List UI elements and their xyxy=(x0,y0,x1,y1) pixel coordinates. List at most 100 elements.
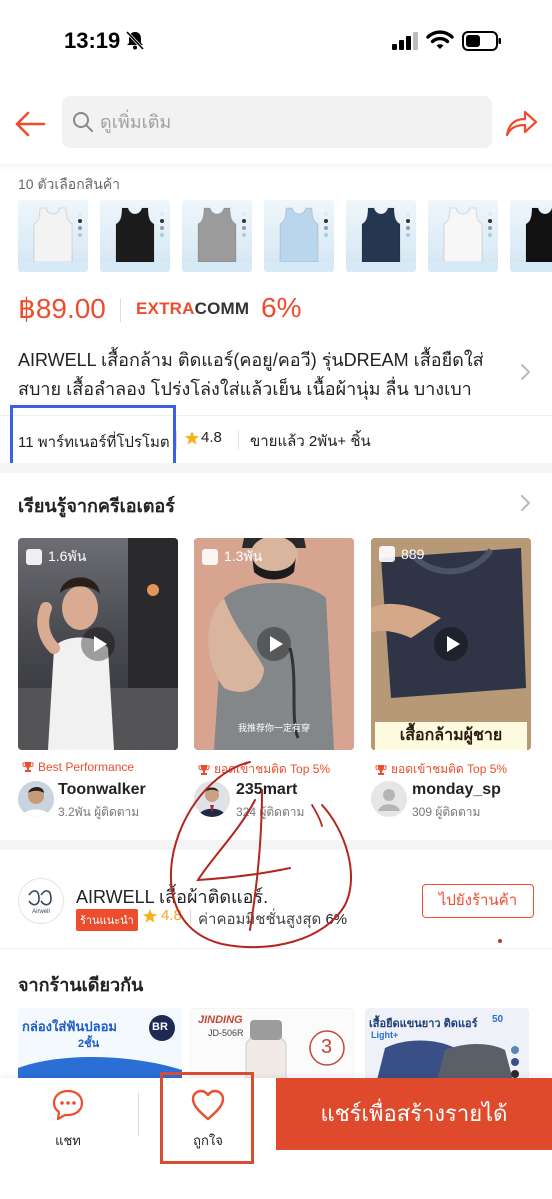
variant-thumbnail[interactable] xyxy=(100,200,170,272)
play-icon[interactable] xyxy=(433,626,469,662)
creator-video-card[interactable]: 1.3พัน 我推荐你一定有穿 xyxy=(194,538,354,750)
variant-thumbnail[interactable] xyxy=(182,200,252,272)
avatar[interactable] xyxy=(18,781,54,817)
variant-thumbnail[interactable] xyxy=(510,200,552,272)
section-gap xyxy=(0,463,552,473)
back-arrow-icon[interactable] xyxy=(12,106,48,142)
annotation-dot xyxy=(498,939,502,943)
card-badge: 3 xyxy=(321,1036,333,1058)
star-icon xyxy=(184,431,200,445)
product-card[interactable]: เสื้อยืดแขนยาว ติดแอร์ Light+ 50 xyxy=(365,1008,529,1088)
card-line2: 2ชั้น xyxy=(78,1038,100,1050)
extra-comm-badge: EXTRACOMM xyxy=(136,299,249,319)
cellular-signal-icon xyxy=(392,32,418,50)
chevron-right-icon[interactable] xyxy=(518,362,532,382)
go-to-shop-button[interactable]: ไปยังร้านค้า xyxy=(422,884,534,918)
creator-name[interactable]: 235mart xyxy=(236,781,297,799)
search-icon xyxy=(73,112,93,132)
stat-separator xyxy=(238,431,239,449)
trophy-icon xyxy=(375,764,387,775)
divider xyxy=(0,948,552,949)
trophy-icon xyxy=(198,764,210,775)
chat-button[interactable]: แชท xyxy=(30,1088,106,1158)
status-time: 13:19 xyxy=(64,28,121,53)
variant-thumbnail[interactable] xyxy=(18,200,88,272)
commission-label: ค่าคอมมิชชั่นสูงสุด xyxy=(198,911,322,928)
variant-thumbnail[interactable] xyxy=(264,200,334,272)
trophy-icon xyxy=(22,762,34,772)
creator-video-card[interactable]: 1.6พัน xyxy=(18,538,178,750)
video-views: 1.3พัน xyxy=(202,546,262,568)
status-bar: 13:19 xyxy=(0,0,552,84)
chevron-right-icon[interactable] xyxy=(518,493,532,513)
price-divider xyxy=(120,298,121,322)
video-views: 1.6พัน xyxy=(26,546,86,568)
product-card[interactable]: กล่องใส่ฟันปลอม 2ชั้น BR xyxy=(18,1008,182,1088)
chat-label: แชท xyxy=(55,1133,81,1148)
star-icon xyxy=(142,909,158,923)
bottom-action-bar: แชท ถูกใจ แชร์เพื่อสร้างรายได้ xyxy=(0,1072,552,1199)
creator-name[interactable]: monday_sp xyxy=(412,781,501,799)
same-shop-heading: จากร้านเดียวกัน xyxy=(18,975,144,995)
video-platform-icon xyxy=(26,549,42,565)
chat-bubble-icon xyxy=(52,1089,84,1121)
card-line2: Light+ xyxy=(371,1030,399,1040)
share-to-earn-button[interactable]: แชร์เพื่อสร้างรายได้ xyxy=(276,1078,552,1150)
view-count: 889 xyxy=(401,546,425,562)
options-count-label: 10 ตัวเลือกสินค้า xyxy=(18,176,121,192)
badge-label: ยอดเข้าชมติด Top 5% xyxy=(391,762,508,776)
creator-followers: 324 ผู้ติดตาม xyxy=(236,805,305,819)
default-user-icon xyxy=(371,781,407,817)
avatar[interactable] xyxy=(194,781,230,817)
search-input[interactable] xyxy=(100,96,480,148)
price: ฿89.00 xyxy=(18,293,106,324)
video-caption: 我推荐你一定有穿 xyxy=(237,723,310,733)
creator-video-card[interactable]: 889 เสื้อกล้ามผู้ชาย xyxy=(371,538,531,750)
bar-separator xyxy=(138,1092,139,1136)
share-icon[interactable] xyxy=(504,108,538,138)
bell-muted-icon xyxy=(125,30,145,51)
avatar[interactable] xyxy=(371,781,407,817)
shop-logo[interactable]: Airwell xyxy=(18,878,64,924)
card-line2: JD-506R xyxy=(208,1028,244,1038)
creator-name[interactable]: Toonwalker xyxy=(58,781,146,799)
video-platform-icon xyxy=(202,549,218,565)
performance-badge: ยอดเข้าชมติด Top 5% xyxy=(198,760,330,779)
card-line1: กล่องใส่ฟันปลอม xyxy=(22,1019,117,1034)
sold-count: ขายแล้ว 2พัน+ ชิ้น xyxy=(250,433,371,450)
extra-word: EXTRA xyxy=(136,299,195,318)
top-header xyxy=(0,84,552,164)
badge-label: Best Performance xyxy=(38,760,135,774)
card-badge: 50 xyxy=(492,1014,504,1025)
variant-thumbnail-row xyxy=(18,200,552,274)
play-icon[interactable] xyxy=(80,626,116,662)
shop-commission: ค่าคอมมิชชั่นสูงสุด 6% xyxy=(198,907,347,931)
creator-followers: 309 ผู้ติดตาม xyxy=(412,805,481,819)
variant-thumbnail[interactable] xyxy=(428,200,498,272)
highlight-box-annotation xyxy=(10,405,176,471)
view-count: 1.6พัน xyxy=(48,548,87,564)
recommended-shop-tag: ร้านแนะนำ xyxy=(76,909,138,931)
wifi-icon xyxy=(426,30,454,49)
video-overlay-text: เสื้อกล้ามผู้ชาย xyxy=(375,722,527,750)
comm-word: COMM xyxy=(194,299,250,318)
view-count: 1.3พัน xyxy=(224,548,263,564)
battery-icon xyxy=(462,31,501,51)
shop-rating: 4.8 xyxy=(161,907,182,924)
price-row: ฿89.00 EXTRACOMM 6% xyxy=(18,292,538,328)
card-logo: BR xyxy=(152,1021,168,1033)
stat-separator xyxy=(176,431,177,449)
badge-label: ยอดเข้าชมติด Top 5% xyxy=(214,762,331,776)
creator-followers: 3.2พัน ผู้ติดตาม xyxy=(58,805,140,819)
variant-thumbnail[interactable] xyxy=(346,200,416,272)
highlight-box-annotation xyxy=(160,1072,254,1164)
video-platform-icon xyxy=(379,546,395,562)
commission-percent: 6% xyxy=(325,911,348,928)
stat-separator xyxy=(190,909,191,925)
product-title[interactable]: AIRWELL เสื้อกล้าม ติดแอร์(คอยู/คอวี) รุ… xyxy=(18,346,510,404)
search-bar[interactable] xyxy=(62,96,492,148)
play-icon[interactable] xyxy=(256,626,292,662)
rating-value: 4.8 xyxy=(201,429,222,446)
card-line1: JINDING xyxy=(198,1014,243,1026)
section-gap xyxy=(0,840,552,850)
